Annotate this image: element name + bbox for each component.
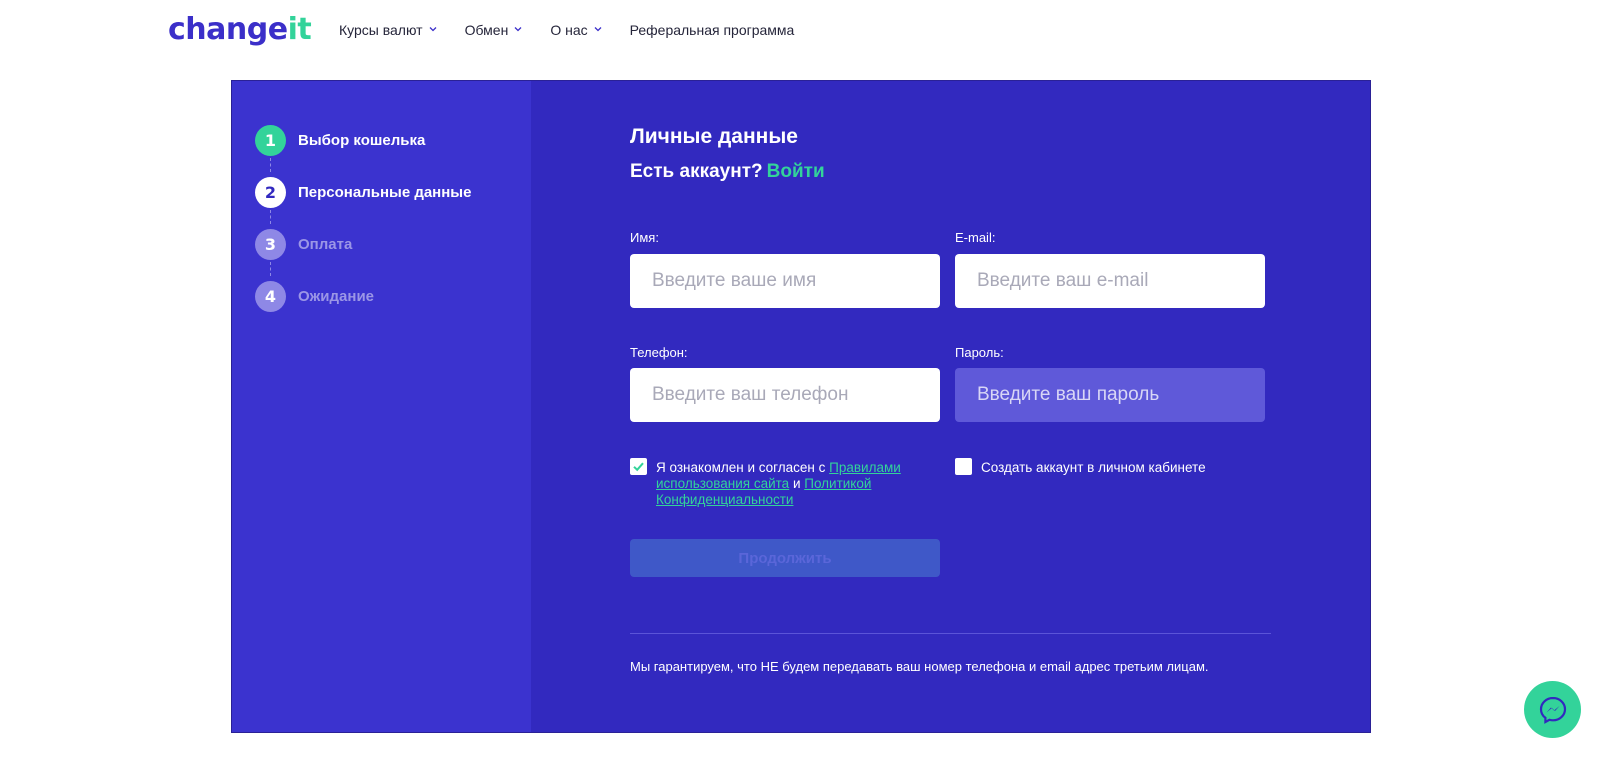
step-connector bbox=[270, 210, 271, 224]
login-link[interactable]: Войти bbox=[767, 161, 825, 182]
name-label: Имя: bbox=[630, 230, 659, 245]
chevron-down-icon bbox=[429, 25, 437, 33]
account-prompt: Есть аккаунт? Войти bbox=[630, 161, 825, 183]
nav-item-label: Курсы валют bbox=[339, 22, 423, 38]
agree-text: Я ознакомлен и согласен с Правилами испо… bbox=[656, 460, 921, 508]
email-label: E-mail: bbox=[955, 230, 996, 245]
step-connector bbox=[270, 262, 271, 276]
step-label: Персональные данные bbox=[298, 184, 472, 201]
checkmark-icon bbox=[633, 462, 644, 472]
step-number: 2 bbox=[255, 177, 286, 208]
step-personal: 2 Персональные данные bbox=[255, 177, 471, 208]
step-payment: 3 Оплата bbox=[255, 229, 352, 260]
account-prompt-text: Есть аккаунт? bbox=[630, 161, 763, 182]
create-account-checkbox[interactable] bbox=[955, 458, 972, 475]
password-input[interactable] bbox=[955, 368, 1265, 422]
nav-item-label: Реферальная программа bbox=[629, 22, 795, 38]
step-number: 1 bbox=[255, 125, 286, 156]
form-title: Личные данные bbox=[630, 125, 798, 148]
nav-item-label: Обмен bbox=[464, 22, 509, 38]
exchange-card: 1 Выбор кошелька 2 Персональные данные 3… bbox=[231, 80, 1371, 733]
phone-input[interactable] bbox=[630, 368, 940, 422]
name-input[interactable] bbox=[630, 254, 940, 308]
steps-sidebar: 1 Выбор кошелька 2 Персональные данные 3… bbox=[232, 81, 531, 732]
step-label: Оплата bbox=[298, 236, 353, 253]
chevron-down-icon bbox=[514, 25, 522, 33]
nav-item-about[interactable]: О нас bbox=[550, 21, 602, 39]
password-label: Пароль: bbox=[955, 345, 1004, 360]
phone-label: Телефон: bbox=[630, 345, 688, 360]
messenger-chat-button[interactable] bbox=[1524, 681, 1581, 738]
step-connector bbox=[270, 158, 271, 172]
messenger-icon bbox=[1539, 696, 1566, 724]
logo[interactable]: changeit bbox=[168, 12, 312, 47]
logo-part-1: change bbox=[168, 12, 288, 47]
step-label: Ожидание bbox=[298, 288, 375, 305]
main-nav: Курсы валют Обмен О нас Реферальная прог… bbox=[339, 21, 822, 39]
chevron-down-icon bbox=[594, 25, 602, 33]
step-label: Выбор кошелька bbox=[298, 132, 426, 149]
email-input[interactable] bbox=[955, 254, 1265, 308]
step-number: 3 bbox=[255, 229, 286, 260]
nav-item-referral[interactable]: Реферальная программа bbox=[630, 21, 795, 39]
agree-text-and: и bbox=[789, 476, 805, 491]
divider bbox=[630, 633, 1271, 634]
nav-item-label: О нас bbox=[550, 22, 588, 38]
step-wallet: 1 Выбор кошелька bbox=[255, 125, 425, 156]
agree-text-before: Я ознакомлен и согласен с bbox=[656, 460, 830, 475]
nav-item-exchange[interactable]: Обмен bbox=[465, 21, 523, 39]
continue-button[interactable]: Продолжить bbox=[630, 539, 940, 577]
nav-item-rates[interactable]: Курсы валют bbox=[339, 21, 437, 39]
agree-checkbox[interactable] bbox=[630, 458, 647, 475]
step-number: 4 bbox=[255, 281, 286, 312]
privacy-guarantee: Мы гарантируем, что НЕ будем передавать … bbox=[630, 659, 1209, 674]
logo-part-2: it bbox=[287, 12, 312, 47]
personal-data-form: Личные данные Есть аккаунт?Войти Имя: E-… bbox=[630, 81, 1271, 732]
site-header: changeit Курсы валют Обмен О нас Реферал… bbox=[0, 0, 1600, 60]
create-account-label: Создать аккаунт в личном кабинете bbox=[981, 460, 1206, 475]
step-waiting: 4 Ожидание bbox=[255, 281, 374, 312]
